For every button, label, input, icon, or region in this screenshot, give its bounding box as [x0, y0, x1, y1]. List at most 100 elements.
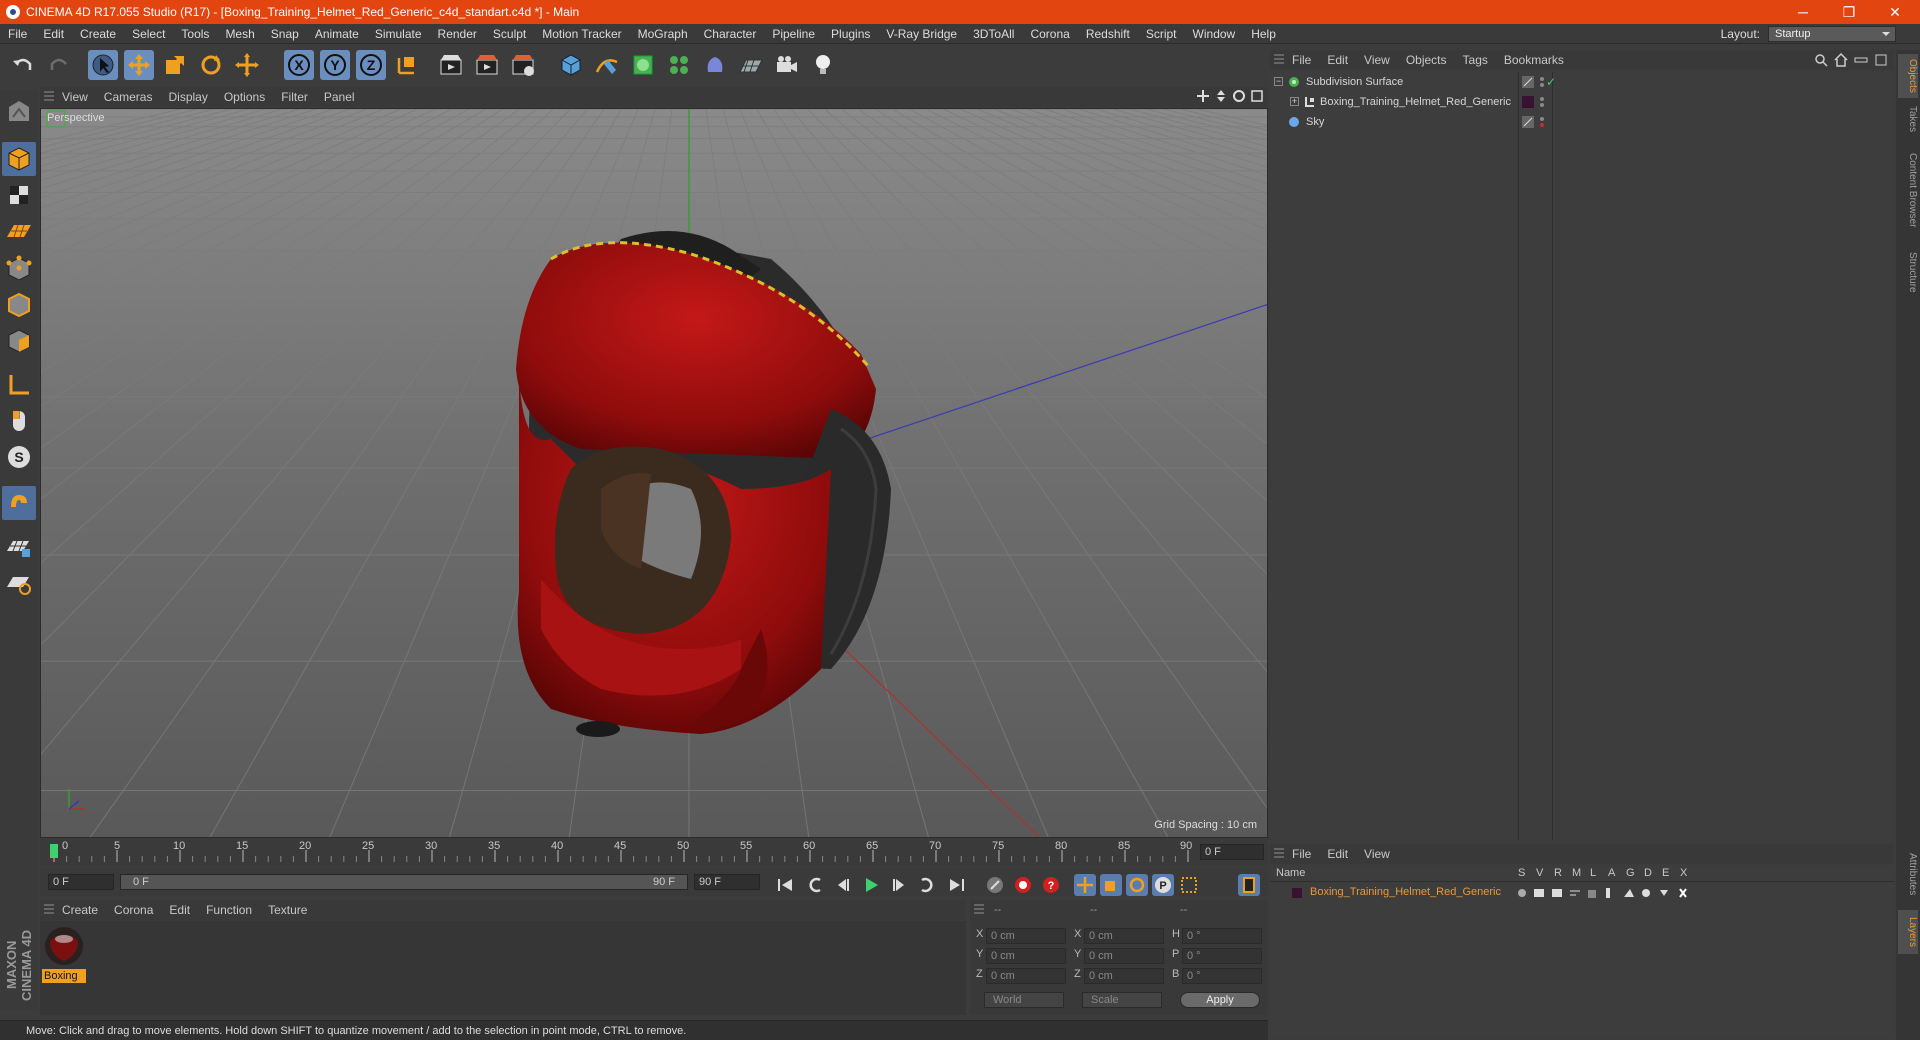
- coordinate-system-icon[interactable]: [392, 50, 422, 80]
- key-parameter-icon[interactable]: P: [1152, 874, 1174, 896]
- layers-menu-view[interactable]: View: [1356, 847, 1398, 861]
- viewport-menu-panel[interactable]: Panel: [316, 90, 363, 104]
- tab-attributes[interactable]: Attributes: [1898, 844, 1918, 904]
- material-menu-corona[interactable]: Corona: [106, 903, 161, 917]
- expand-icon[interactable]: +: [1290, 97, 1299, 106]
- go-to-start-icon[interactable]: [774, 874, 796, 896]
- key-rotation-icon[interactable]: [1126, 874, 1148, 896]
- collapse-icon[interactable]: −: [1274, 77, 1283, 86]
- move-tool-icon[interactable]: [124, 50, 154, 80]
- objects-menu-view[interactable]: View: [1356, 53, 1398, 67]
- polygons-mode-icon[interactable]: [2, 324, 36, 358]
- menu-mograph[interactable]: MoGraph: [630, 27, 696, 41]
- workplane-rotate-icon[interactable]: [2, 566, 36, 600]
- cube-primitive-icon[interactable]: [556, 50, 586, 80]
- rotation-h-field[interactable]: 0 °: [1182, 928, 1262, 944]
- redo-icon[interactable]: [44, 50, 74, 80]
- record-keyframe-icon[interactable]: [1012, 874, 1034, 896]
- motion-record-icon[interactable]: [984, 874, 1006, 896]
- material-menu-edit[interactable]: Edit: [161, 903, 198, 917]
- key-scale-icon[interactable]: [1100, 874, 1122, 896]
- menu-create[interactable]: Create: [72, 27, 124, 41]
- menu-corona[interactable]: Corona: [1022, 27, 1077, 41]
- object-row-subdivision-surface[interactable]: − Subdivision Surface ✓: [1270, 72, 1894, 92]
- previous-key-icon[interactable]: [804, 874, 826, 896]
- subdivision-surface-icon[interactable]: [628, 50, 658, 80]
- next-frame-icon[interactable]: [888, 874, 910, 896]
- tweak-mode-icon[interactable]: [2, 404, 36, 438]
- layer-color-icon[interactable]: [1292, 888, 1302, 898]
- new-window-icon[interactable]: [1874, 53, 1888, 67]
- scale-tool-icon[interactable]: [160, 50, 190, 80]
- camera-icon[interactable]: [772, 50, 802, 80]
- size-y-field[interactable]: 0 cm: [1084, 948, 1164, 964]
- autokey-icon[interactable]: ?: [1040, 874, 1062, 896]
- objects-menu-objects[interactable]: Objects: [1398, 53, 1455, 67]
- floor-icon[interactable]: [736, 50, 766, 80]
- previous-frame-icon[interactable]: [832, 874, 854, 896]
- timeline-ruler[interactable]: 0 5 10 15 20 25 30 35 40 45 50 55 60 65 …: [40, 838, 1268, 866]
- light-icon[interactable]: [808, 50, 838, 80]
- pan-view-icon[interactable]: [1196, 89, 1210, 103]
- rotate-view-icon[interactable]: [1232, 89, 1246, 103]
- coordinate-mode-dropdown[interactable]: World: [984, 992, 1064, 1008]
- tab-takes[interactable]: Takes: [1898, 102, 1918, 136]
- restore-button[interactable]: ❐: [1826, 0, 1872, 24]
- layers-menu-file[interactable]: File: [1284, 847, 1319, 861]
- select-cursor-icon[interactable]: [88, 50, 118, 80]
- position-y-field[interactable]: 0 cm: [986, 948, 1066, 964]
- deformer-icon[interactable]: [700, 50, 730, 80]
- objects-menu-bookmarks[interactable]: Bookmarks: [1496, 53, 1572, 67]
- undo-icon[interactable]: [8, 50, 38, 80]
- layout-dropdown[interactable]: Startup: [1768, 26, 1896, 42]
- viewport-menu-options[interactable]: Options: [216, 90, 273, 104]
- perspective-viewport[interactable]: Perspective Grid Spacing : 10 cm: [40, 108, 1268, 838]
- workplane-mode-icon[interactable]: [2, 214, 36, 248]
- locked-workplane-icon[interactable]: [2, 530, 36, 564]
- objects-menu-file[interactable]: File: [1284, 53, 1319, 67]
- live-selection-move-icon[interactable]: [232, 50, 262, 80]
- frame-range-slider[interactable]: 0 F 90 F: [120, 874, 688, 890]
- menu-tools[interactable]: Tools: [173, 27, 217, 41]
- menu-plugins[interactable]: Plugins: [823, 27, 878, 41]
- key-position-icon[interactable]: [1074, 874, 1096, 896]
- render-settings-icon[interactable]: [508, 50, 538, 80]
- y-axis-lock-icon[interactable]: Y: [320, 50, 350, 80]
- object-row-helmet[interactable]: + Boxing_Training_Helmet_Red_Generic: [1270, 92, 1894, 112]
- tab-objects[interactable]: Objects: [1898, 54, 1918, 98]
- menu-motion-tracker[interactable]: Motion Tracker: [534, 27, 629, 41]
- menu-script[interactable]: Script: [1138, 27, 1185, 41]
- objects-menu-edit[interactable]: Edit: [1319, 53, 1356, 67]
- start-frame-field[interactable]: 0 F: [48, 874, 114, 890]
- visibility-dots-icon[interactable]: [1538, 76, 1546, 88]
- cloner-icon[interactable]: [664, 50, 694, 80]
- viewport-menu-cameras[interactable]: Cameras: [96, 90, 161, 104]
- objects-menu-tags[interactable]: Tags: [1455, 53, 1496, 67]
- layer-color-icon[interactable]: [1522, 96, 1534, 108]
- menu-redshift[interactable]: Redshift: [1078, 27, 1138, 41]
- play-icon[interactable]: [860, 874, 882, 896]
- size-x-field[interactable]: 0 cm: [1084, 928, 1164, 944]
- zoom-view-icon[interactable]: [1214, 89, 1228, 103]
- next-key-icon[interactable]: [916, 874, 938, 896]
- menu-select[interactable]: Select: [124, 27, 173, 41]
- viewport-menu-display[interactable]: Display: [160, 90, 215, 104]
- material-menu-function[interactable]: Function: [198, 903, 260, 917]
- make-editable-icon[interactable]: [2, 94, 36, 128]
- model-mode-icon[interactable]: [2, 142, 36, 176]
- layer-visibility-icon[interactable]: [1522, 116, 1534, 128]
- rotation-b-field[interactable]: 0 °: [1182, 968, 1262, 984]
- magnet-icon[interactable]: [2, 486, 36, 520]
- menu-sculpt[interactable]: Sculpt: [485, 27, 534, 41]
- visibility-dots-icon[interactable]: [1538, 96, 1546, 108]
- viewport-menu-filter[interactable]: Filter: [273, 90, 316, 104]
- search-icon[interactable]: [1814, 53, 1828, 67]
- menu-render[interactable]: Render: [430, 27, 485, 41]
- object-row-sky[interactable]: Sky: [1270, 112, 1894, 132]
- menu-window[interactable]: Window: [1185, 27, 1244, 41]
- tab-content-browser[interactable]: Content Browser: [1898, 142, 1918, 238]
- menu-3dtoall[interactable]: 3DToAll: [965, 27, 1022, 41]
- menu-character[interactable]: Character: [696, 27, 765, 41]
- timeline-window-icon[interactable]: [1238, 874, 1260, 896]
- z-axis-lock-icon[interactable]: Z: [356, 50, 386, 80]
